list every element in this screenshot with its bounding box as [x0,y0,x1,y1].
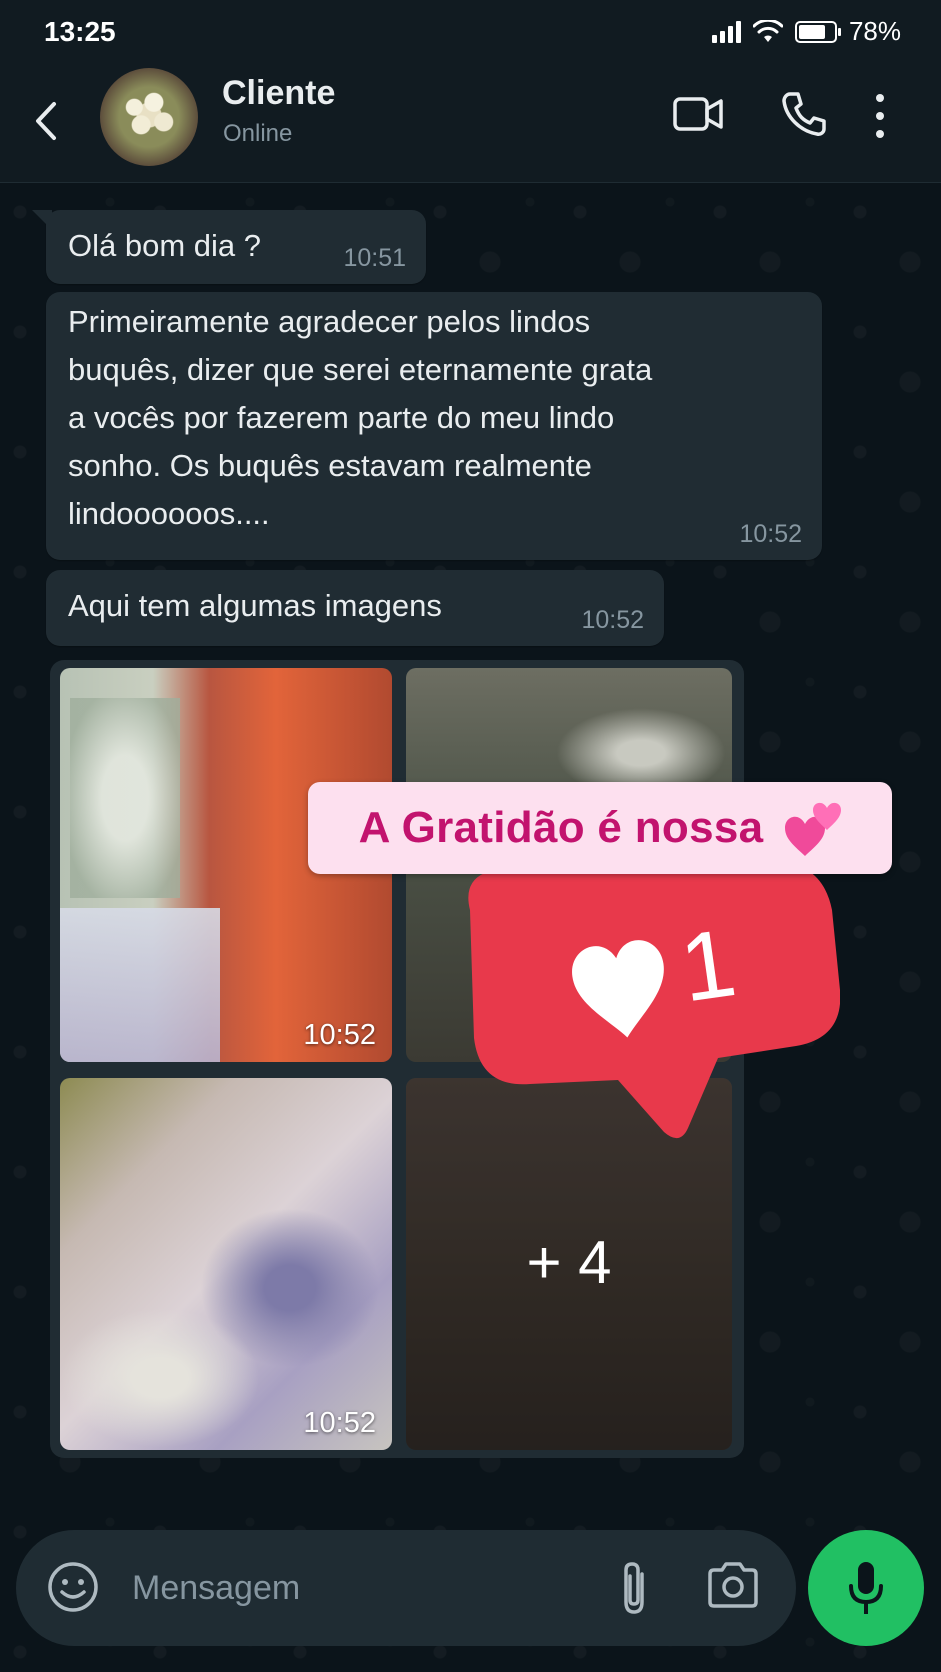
message-time: 10:52 [739,520,802,548]
message-line: Primeiramente agradecer pelos lindos [68,304,591,339]
status-bar: 13:25 78% [0,0,941,64]
mic-button[interactable] [808,1530,924,1646]
mic-icon [849,1562,883,1614]
message-input[interactable] [130,1560,594,1616]
message-bubble[interactable]: Primeiramente agradecer pelos lindos buq… [46,292,822,560]
message-time: 10:51 [343,244,406,272]
photo-thumbnail[interactable]: 10:52 [60,1078,392,1450]
wifi-icon [752,19,783,42]
more-photos-count: + 4 [526,1229,612,1296]
emoji-icon[interactable] [46,1560,100,1614]
status-time: 13:25 [44,16,116,47]
video-call-icon[interactable] [672,94,724,134]
message-bubble[interactable]: Aqui tem algumas imagens 10:52 [46,570,664,646]
status-indicators: 78% [711,16,901,47]
camera-icon[interactable] [706,1560,760,1610]
gratitude-text: A Gratidão é nossa [358,803,764,852]
attach-icon[interactable] [614,1558,654,1618]
message-text: Olá bom dia ? [68,228,261,263]
message-line: a vocês por fazerem parte do meu lindo [68,400,615,435]
back-arrow-icon[interactable] [26,96,66,146]
message-line: buquês, dizer que serei eternamente grat… [68,352,653,387]
photo-time: 10:52 [303,1407,376,1439]
message-text: Primeiramente agradecer pelos lindos buq… [68,298,652,538]
battery-level-fill [798,24,825,39]
signal-icon [711,20,741,43]
message-line: lindoooooos.... [68,496,270,531]
battery-icon [794,20,841,43]
message-time: 10:52 [581,606,644,634]
chat-header: Cliente Online [0,64,941,183]
battery-percent: 78% [848,16,901,46]
message-text: Aqui tem algumas imagens [68,588,442,623]
contact-status: Online [223,120,293,147]
message-input-bar [16,1530,796,1646]
bubble-tail [32,210,52,230]
message-bubble[interactable]: Olá bom dia ? 10:51 [32,210,426,284]
more-vert-icon[interactable] [874,94,886,138]
phone-icon[interactable] [780,90,826,138]
avatar[interactable] [100,68,198,166]
gratitude-banner: A Gratidão é nossa [308,782,892,874]
photo-time: 10:52 [303,1019,376,1051]
message-line: sonho. Os buquês estavam realmente [68,448,592,483]
whatsapp-chat-screen: 13:25 78% Cliente Online Olá bom dia ? 1… [0,0,941,1672]
contact-name[interactable]: Cliente [222,74,335,113]
like-notification-badge: 1 [468,870,840,1138]
two-hearts-emoji [785,802,842,856]
